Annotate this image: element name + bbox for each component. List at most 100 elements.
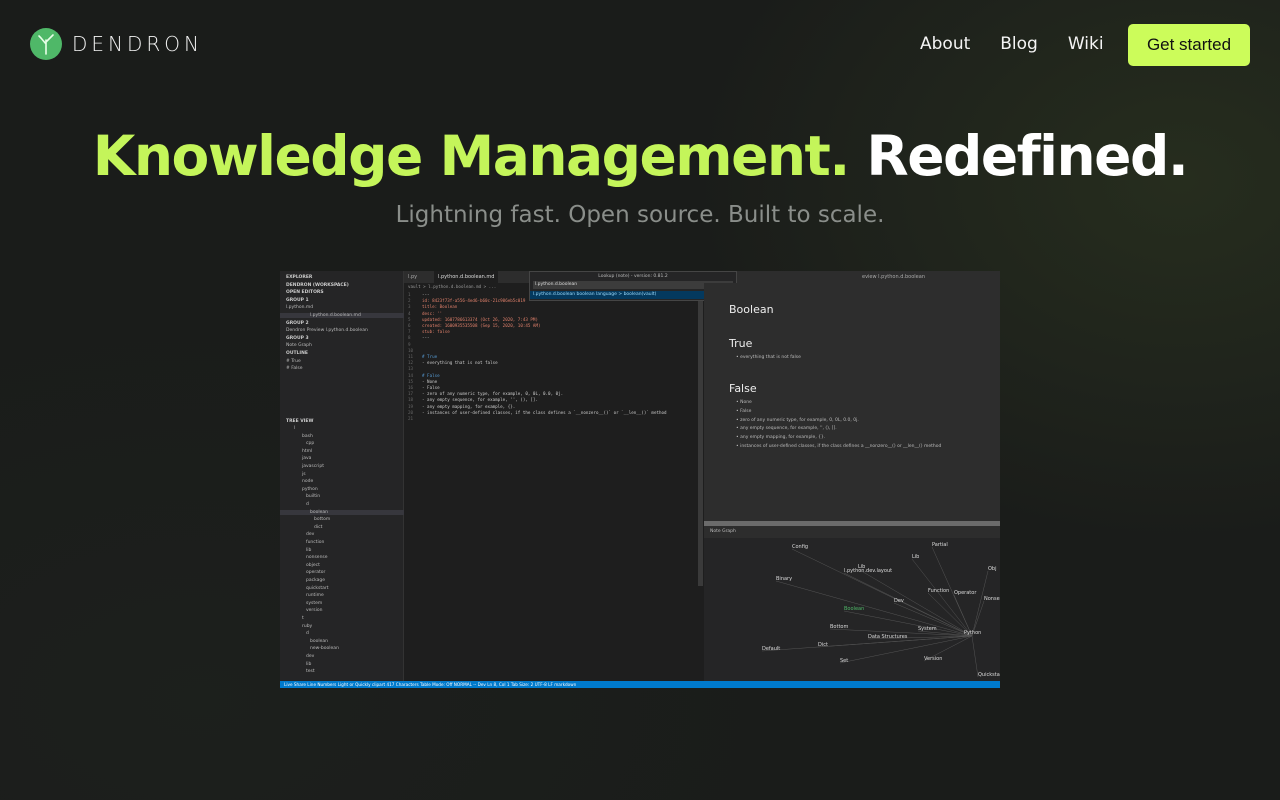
get-started-button[interactable]: Get started [1128, 24, 1250, 66]
code-text: - None [422, 378, 438, 384]
sidebar-item[interactable]: # False [286, 366, 303, 371]
tree-item[interactable]: cpp [306, 441, 314, 446]
graph-node[interactable]: Dict [818, 642, 828, 648]
code-line[interactable]: 16 - False [408, 385, 440, 390]
top-nav: DENDRON About Blog Wiki Get started [0, 0, 1280, 88]
tree-item[interactable]: node [302, 479, 313, 484]
code-line[interactable]: 20 - instances of user-defined classes, i… [408, 410, 667, 415]
tree-item[interactable]: javascript [302, 464, 324, 469]
code-editor[interactable]: vault > l.python.d.boolean.md > ... 1 --- 2… [404, 283, 700, 681]
graph-node[interactable]: System [918, 626, 937, 632]
tree-item[interactable]: python [302, 487, 318, 492]
tree-item[interactable]: bottom [314, 517, 330, 522]
graph-node[interactable]: Python [964, 630, 981, 636]
tree-item[interactable]: bash [302, 434, 313, 439]
code-line[interactable]: 21 [408, 416, 422, 421]
sidebar-item[interactable]: Note Graph [286, 343, 312, 348]
tree-item[interactable]: quickstart [306, 586, 329, 591]
code-line[interactable]: 12 - everything that is not false [408, 360, 498, 365]
tree-item[interactable]: new-boolean [310, 646, 339, 651]
tree-item[interactable]: java [302, 456, 311, 461]
code-line[interactable]: 9 [408, 342, 422, 347]
graph-node[interactable]: Boolean [844, 606, 864, 612]
lookup-input[interactable]: l.python.d.boolean [533, 281, 733, 289]
code-line[interactable]: 18 - any empty sequence, for example, '',… [408, 397, 538, 402]
graph-node[interactable]: Nonse [984, 596, 1000, 602]
tree-item[interactable]: ruby [302, 624, 312, 629]
sidebar-item[interactable]: Dendron Preview l.python.d.boolean [286, 328, 368, 333]
tree-item[interactable]: dict [314, 525, 322, 530]
tree-item[interactable]: t [302, 616, 304, 621]
nav-link-wiki[interactable]: Wiki [1068, 34, 1104, 54]
tree-item[interactable]: package [306, 578, 325, 583]
graph-node[interactable]: Config [792, 544, 808, 550]
tree-item[interactable]: lib [306, 662, 311, 667]
tree-item[interactable]: builtin [306, 494, 320, 499]
graph-node[interactable]: Operator [954, 590, 976, 596]
tree-item[interactable]: dev [306, 654, 314, 659]
tree-item[interactable]: nonsense [306, 555, 328, 560]
code-line[interactable]: 10 [408, 348, 422, 353]
graph-node[interactable]: Partial [932, 542, 948, 548]
code-line[interactable]: 14 # False [408, 373, 440, 378]
code-line[interactable]: 8 --- [408, 335, 430, 340]
code-line[interactable]: 17 - zero of any numeric type, for exampl… [408, 391, 563, 396]
tree-item[interactable]: test [306, 669, 315, 674]
tree-item[interactable]: function [306, 540, 324, 545]
code-text: created: 1600935535508 (Sep 15, 2020, 10… [422, 323, 541, 328]
tab-preview[interactable]: eview l.python.d.boolean [858, 271, 929, 283]
code-line[interactable]: 4 desc: '' [408, 311, 442, 316]
tree-item[interactable]: version [306, 608, 322, 613]
code-line[interactable]: 1 --- [408, 292, 430, 297]
code-text: - any empty sequence, for example, '', (… [422, 397, 538, 403]
graph-node[interactable]: Data Structures [868, 634, 907, 640]
nav-link-blog[interactable]: Blog [1000, 34, 1038, 54]
line-number: 18 [408, 397, 414, 403]
preview-list-item: • False [736, 408, 752, 414]
code-line[interactable]: 19 - any empty mapping, for example, {}. [408, 404, 515, 409]
code-line[interactable]: 3 title: Boolean [408, 304, 457, 309]
tree-item[interactable]: lib [306, 548, 311, 553]
tab-python[interactable]: l.py [404, 271, 421, 283]
graph-node[interactable]: Bottom [830, 624, 848, 630]
sidebar-item[interactable]: l.python.d.boolean.md [280, 313, 404, 318]
graph-node[interactable]: Set [840, 658, 848, 664]
tree-item[interactable]: d [306, 631, 309, 636]
nav-link-about[interactable]: About [920, 34, 970, 54]
tree-item[interactable]: html [302, 449, 312, 454]
tab-boolean[interactable]: l.python.d.boolean.md [434, 271, 499, 283]
tree-item[interactable]: system [306, 601, 322, 606]
tree-item[interactable]: l [294, 426, 295, 431]
logo-text: DENDRON [72, 32, 203, 56]
graph-node[interactable]: Function [928, 588, 949, 594]
tree-item[interactable]: d [306, 502, 309, 507]
tree-item[interactable]: runtime [306, 593, 324, 598]
tree-item[interactable]: object [306, 563, 320, 568]
code-line[interactable]: 5 updated: 1607786613374 (Oct 26, 2020, 7… [408, 317, 538, 322]
breadcrumb[interactable]: vault > l.python.d.boolean.md > ... [408, 284, 496, 289]
code-line[interactable]: 7 stub: false [408, 329, 450, 334]
graph-node[interactable]: Obj [988, 566, 997, 572]
graph-node[interactable]: Quickstart [978, 672, 1000, 678]
tree-item[interactable]: js [302, 472, 306, 477]
code-line[interactable]: 2 id: 8423f73f-a556-4ed6-b60c-21c906eb5c0… [408, 298, 525, 303]
tree-item[interactable]: dev [306, 532, 314, 537]
sidebar-item[interactable]: l.python.md [286, 305, 313, 310]
graph-node[interactable]: Dev [894, 598, 904, 604]
graph-node[interactable]: Version [924, 656, 942, 662]
code-line[interactable]: 15 - None [408, 379, 437, 384]
sidebar-item[interactable]: # True [286, 359, 301, 364]
code-line[interactable]: 6 created: 1600935535508 (Sep 15, 2020, 1… [408, 323, 541, 328]
graph-node[interactable]: Binary [776, 576, 792, 582]
graph-node[interactable]: Lib [912, 554, 919, 560]
code-line[interactable]: 11 # True [408, 354, 437, 359]
tree-item[interactable]: boolean [310, 639, 328, 644]
logo[interactable]: DENDRON [30, 28, 203, 60]
code-line[interactable]: 13 [408, 366, 422, 371]
tree-item[interactable]: operator [306, 570, 325, 575]
note-graph[interactable]: Note Graph Config Lib Partial Binary l.pytho… [704, 526, 1000, 681]
tree-item[interactable]: boolean [280, 509, 404, 515]
graph-node[interactable]: l.python.dev.layout [844, 568, 892, 574]
editor-scrollbar[interactable] [698, 301, 703, 586]
graph-node[interactable]: Default [762, 646, 780, 652]
